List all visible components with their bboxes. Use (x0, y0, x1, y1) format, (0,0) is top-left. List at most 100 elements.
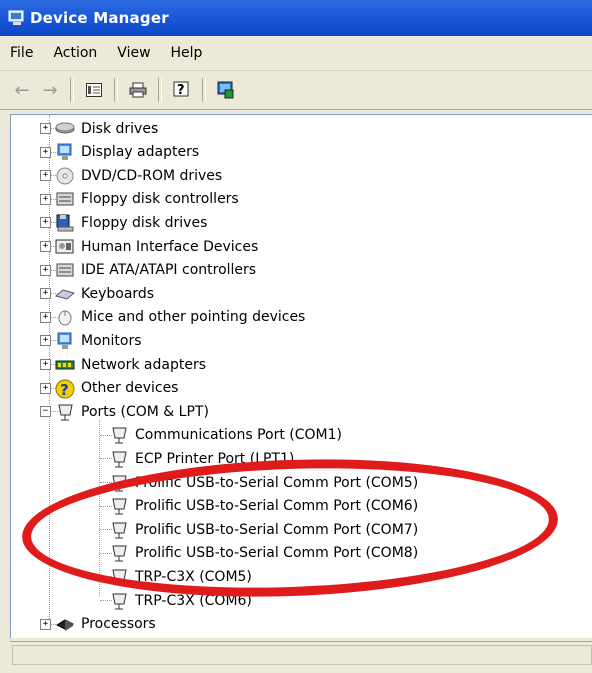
port-device-item[interactable]: TRP-C3X (COM5) (109, 565, 252, 588)
toolbar: ← → ? (0, 71, 592, 110)
tree-category-label: Disk drives (81, 120, 159, 137)
expand-icon[interactable]: + (40, 217, 51, 229)
port-device-item[interactable]: ECP Printer Port (LPT1) (109, 447, 294, 470)
tree-category[interactable]: + Mice and other pointing devices (40, 306, 305, 329)
tree-category[interactable]: + Disk drives (40, 117, 158, 140)
expand-icon[interactable]: + (40, 123, 51, 134)
port-icon (109, 497, 129, 515)
port-device-item[interactable]: Prolific USB-to-Serial Comm Port (COM8) (109, 542, 418, 565)
menu-bar: File Action View Help (0, 36, 592, 71)
port-icon (109, 592, 129, 610)
menu-view[interactable]: View (107, 45, 160, 61)
scan-hardware-icon[interactable] (213, 77, 239, 103)
menu-help[interactable]: Help (161, 45, 213, 61)
tree-category[interactable]: + Floppy disk drives (40, 211, 207, 234)
hid-icon (55, 238, 75, 256)
tree-category-label: Keyboards (81, 285, 155, 302)
expand-icon[interactable]: + (40, 311, 51, 323)
port-device-label: TRP-C3X (COM6) (135, 592, 252, 609)
expand-icon[interactable]: + (40, 146, 51, 158)
tree-category[interactable]: + IDE ATA/ATAPI controllers (40, 259, 256, 282)
device-tree[interactable]: + Disk drives + Display adapters + DVD/CD-ROM… (10, 114, 592, 638)
collapse-icon[interactable]: − (40, 406, 51, 418)
tree-ports-line (99, 420, 100, 597)
port-device-item[interactable]: Prolific USB-to-Serial Comm Port (COM6) (109, 495, 418, 518)
tree-category-label: Display adapters (81, 144, 200, 161)
tree-category[interactable]: + Display adapters (40, 141, 199, 164)
toolbar-separator (114, 78, 118, 102)
tree-category-label: Other devices (81, 380, 179, 397)
tree-category[interactable]: − Ports (COM & LPT) (40, 400, 209, 423)
tree-category-label: Monitors (81, 332, 142, 349)
mouse-icon (55, 308, 75, 326)
port-device-label: Communications Port (COM1) (135, 427, 342, 444)
expand-icon[interactable]: + (40, 193, 51, 205)
status-pane (12, 645, 592, 665)
properties-icon[interactable] (81, 77, 107, 103)
port-device-item[interactable]: Prolific USB-to-Serial Comm Port (COM7) (109, 518, 418, 541)
processor-icon (55, 615, 75, 633)
title-bar[interactable]: Device Manager (0, 0, 592, 36)
tree-category[interactable]: + Floppy disk controllers (40, 188, 239, 211)
disk-drive-icon (55, 120, 75, 138)
svg-text:?: ? (60, 381, 69, 399)
port-icon (109, 474, 129, 492)
port-device-item[interactable]: Prolific USB-to-Serial Comm Port (COM5) (109, 471, 418, 494)
tree-category[interactable]: + DVD/CD-ROM drives (40, 164, 222, 187)
tree-category[interactable]: + Keyboards (40, 282, 154, 305)
network-adapter-icon (55, 356, 75, 374)
expand-icon[interactable]: + (40, 359, 51, 370)
port-device-label: Prolific USB-to-Serial Comm Port (COM7) (135, 521, 419, 538)
ide-controller-icon (55, 261, 75, 279)
expand-icon[interactable]: + (40, 264, 51, 276)
tree-category-label: Floppy disk controllers (81, 191, 239, 208)
menu-action[interactable]: Action (43, 45, 107, 61)
toolbar-separator (70, 78, 74, 102)
display-adapter-icon (55, 143, 75, 161)
svg-text:?: ? (177, 83, 185, 98)
expand-icon[interactable]: + (40, 170, 51, 182)
port-device-label: Prolific USB-to-Serial Comm Port (COM5) (135, 474, 419, 491)
port-device-label: ECP Printer Port (LPT1) (135, 450, 295, 467)
other-devices-icon: ? (55, 379, 75, 399)
toolbar-separator (158, 78, 162, 102)
tree-category-label: Ports (COM & LPT) (81, 403, 209, 420)
port-icon (109, 521, 129, 539)
print-icon[interactable] (125, 77, 151, 103)
port-device-item[interactable]: Communications Port (COM1) (109, 424, 342, 447)
keyboard-icon (54, 285, 76, 303)
forward-arrow-icon[interactable]: → (37, 77, 63, 103)
tree-category[interactable]: + Human Interface Devices (40, 235, 258, 258)
port-device-label: Prolific USB-to-Serial Comm Port (COM8) (135, 545, 419, 562)
port-icon (55, 403, 75, 421)
expand-icon[interactable]: + (40, 288, 51, 300)
port-icon (109, 426, 129, 444)
floppy-drive-icon (55, 214, 75, 232)
port-icon (109, 544, 129, 562)
port-device-label: Prolific USB-to-Serial Comm Port (COM6) (135, 498, 419, 515)
expand-icon[interactable]: + (40, 382, 51, 394)
port-device-item[interactable]: TRP-C3X (COM6) (109, 589, 252, 612)
expand-icon[interactable]: + (40, 335, 51, 347)
expand-icon[interactable]: + (40, 241, 51, 252)
status-bar (10, 641, 592, 666)
tree-category[interactable]: + Monitors (40, 329, 142, 352)
tree-category[interactable]: + Network adapters (40, 353, 206, 376)
device-manager-app-icon (8, 10, 26, 26)
port-icon (109, 450, 129, 468)
tree-category-label: Mice and other pointing devices (81, 309, 306, 326)
menu-file[interactable]: File (0, 45, 43, 61)
help-icon[interactable]: ? (169, 77, 195, 103)
expand-icon[interactable]: + (40, 618, 51, 630)
tree-category-label: IDE ATA/ATAPI controllers (81, 262, 257, 279)
tree-category-label: Processors (81, 616, 156, 633)
dvd-drive-icon (55, 167, 75, 185)
tree-category-label: Floppy disk drives (81, 214, 208, 231)
port-icon (109, 568, 129, 586)
back-arrow-icon[interactable]: ← (9, 77, 35, 103)
tree-category[interactable]: +? Other devices (40, 377, 178, 400)
tree-category[interactable]: + Processors (40, 613, 156, 636)
floppy-controller-icon (55, 190, 75, 208)
tree-category-label: Network adapters (81, 356, 206, 373)
toolbar-separator (202, 78, 206, 102)
